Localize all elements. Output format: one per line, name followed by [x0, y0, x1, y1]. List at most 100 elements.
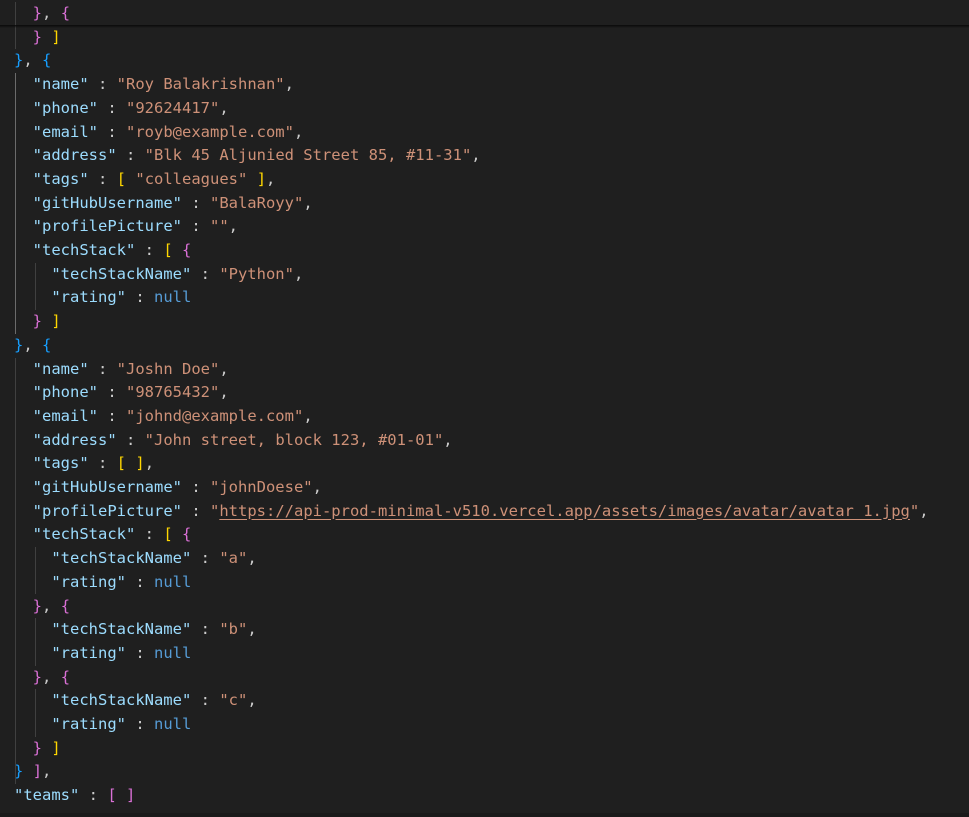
code-line[interactable]: } ], [14, 760, 51, 784]
code-line[interactable]: "techStackName" : "c", [14, 689, 256, 713]
code-line[interactable]: }, { [14, 666, 70, 690]
json-punctuation: : [191, 691, 220, 710]
json-key: "name" [32, 75, 89, 94]
json-key: "techStackName" [51, 691, 192, 710]
json-url-link[interactable]: https://api-prod-minimal-v510.vercel.app… [219, 502, 910, 520]
code-line[interactable]: "gitHubUsername" : "johnDoese", [14, 476, 322, 500]
json-key: "profilePicture" [32, 501, 182, 520]
json-key: "techStackName" [51, 549, 192, 568]
code-line[interactable]: "gitHubUsername" : "BalaRoyy", [14, 192, 313, 216]
json-string: "colleagues" [135, 169, 248, 188]
indent-guide [35, 547, 36, 595]
indent-guide [35, 689, 36, 737]
code-line[interactable]: }, { [14, 49, 51, 73]
code-line[interactable]: "address" : "John street, block 123, #01… [14, 429, 453, 453]
json-key: "email" [32, 122, 98, 141]
json-string: "Python" [219, 264, 294, 283]
json-punctuation [14, 217, 33, 235]
code-line[interactable]: "rating" : null [14, 642, 191, 666]
json-bracket: } [32, 4, 43, 22]
json-punctuation: , [443, 430, 453, 449]
json-punctuation [23, 762, 32, 780]
indent-guide [15, 73, 16, 334]
code-line[interactable]: "phone" : "92624417", [14, 97, 229, 121]
json-null: null [153, 715, 192, 733]
json-punctuation [14, 28, 33, 46]
indent-guide [35, 262, 36, 311]
json-punctuation: : [116, 146, 145, 165]
code-line[interactable]: "techStack" : [ { [14, 523, 192, 547]
json-punctuation: , [293, 264, 304, 283]
code-editor[interactable]: }, { } ]}, { "name" : "Roy Balakrishnan"… [0, 0, 969, 817]
json-string: "royb@example.com" [126, 122, 294, 141]
code-line[interactable]: "techStackName" : "Python", [14, 263, 303, 287]
code-line[interactable]: } ] [14, 310, 61, 334]
code-line[interactable]: "profilePicture" : "", [14, 215, 238, 239]
code-line[interactable]: "name" : "Roy Balakrishnan", [14, 73, 294, 97]
json-punctuation: : [88, 75, 117, 94]
json-bracket: [ [116, 169, 127, 188]
json-punctuation: : [125, 572, 154, 591]
json-punctuation: , [293, 122, 304, 141]
json-punctuation [14, 146, 33, 164]
json-punctuation [14, 265, 51, 283]
code-line[interactable]: "name" : "Joshn Doe", [14, 358, 229, 382]
code-line[interactable]: "address" : "Blk 45 Aljunied Street 85, … [14, 144, 481, 168]
json-string: " [909, 501, 920, 520]
json-null: null [153, 572, 192, 591]
json-punctuation [14, 4, 33, 22]
json-punctuation: , [303, 406, 313, 425]
json-punctuation: : [135, 525, 164, 544]
json-punctuation: : [125, 288, 154, 307]
json-punctuation [14, 691, 51, 709]
json-punctuation: : [135, 241, 164, 259]
json-punctuation: : [98, 383, 126, 402]
json-bracket: [ [163, 241, 173, 259]
json-punctuation: : [191, 549, 220, 568]
json-punctuation: , [471, 146, 481, 165]
json-string: "johnd@example.com" [126, 406, 304, 425]
json-punctuation [14, 573, 51, 591]
code-line[interactable]: "techStackName" : "a", [14, 547, 256, 571]
json-punctuation: : [181, 501, 210, 520]
json-punctuation [14, 241, 33, 259]
json-punctuation: , [42, 762, 52, 781]
code-line[interactable]: "rating" : null [14, 286, 191, 310]
code-line[interactable]: "profilePicture" : "https://api-prod-min… [14, 500, 929, 524]
code-line[interactable]: "tags" : [ ], [14, 452, 154, 476]
code-line[interactable]: "rating" : null [14, 713, 191, 737]
json-punctuation: , [42, 4, 61, 22]
code-line[interactable]: "techStack" : [ { [14, 239, 192, 263]
code-line[interactable]: "phone" : "98765432", [14, 381, 229, 405]
json-bracket: ] [51, 738, 61, 757]
code-line[interactable]: }, { [14, 595, 70, 619]
code-line[interactable]: "email" : "johnd@example.com", [14, 405, 313, 429]
json-punctuation: : [181, 217, 210, 236]
json-punctuation [14, 170, 33, 188]
code-line[interactable]: "rating" : null [14, 571, 191, 595]
json-string: "92624417" [126, 98, 220, 117]
json-punctuation [14, 360, 33, 378]
json-key: "tags" [32, 454, 89, 473]
json-punctuation: , [219, 359, 229, 378]
json-key: "email" [32, 406, 98, 425]
json-key: "rating" [51, 572, 126, 591]
json-string: "98765432" [126, 383, 220, 402]
json-key: "techStackName" [51, 620, 192, 639]
code-line[interactable]: }, { [14, 334, 51, 358]
json-punctuation [14, 620, 51, 638]
code-line[interactable]: "techStackName" : "b", [14, 618, 256, 642]
json-punctuation: : [79, 786, 108, 805]
code-line[interactable]: "tags" : [ "colleagues" ], [14, 168, 276, 192]
json-bracket: ] [51, 27, 61, 46]
json-bracket: ] [32, 762, 43, 781]
json-punctuation: , [266, 169, 276, 188]
json-string: "c" [219, 691, 248, 710]
json-key: "name" [32, 359, 89, 378]
code-line[interactable]: } ] [14, 26, 61, 50]
code-line[interactable]: "email" : "royb@example.com", [14, 121, 304, 145]
json-bracket: ] [51, 312, 61, 331]
code-line[interactable]: }, { [14, 2, 70, 26]
code-line[interactable]: "teams" : [ ] [14, 784, 135, 808]
code-line[interactable]: } ] [14, 737, 61, 761]
